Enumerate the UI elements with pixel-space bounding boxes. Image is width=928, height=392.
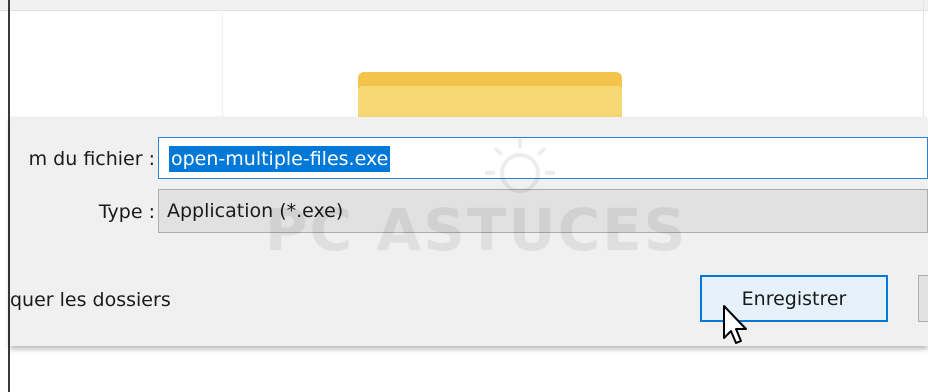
- hide-folders-toggle[interactable]: quer les dossiers: [10, 289, 171, 311]
- filename-selected-text: open-multiple-files.exe: [169, 146, 391, 172]
- pane-edge: [923, 0, 924, 118]
- type-label: Type :: [98, 201, 155, 223]
- file-type-value: Application (*.exe): [167, 200, 344, 222]
- cancel-button[interactable]: [918, 275, 928, 322]
- file-type-select[interactable]: Application (*.exe): [158, 189, 928, 233]
- filename-label: m du fichier :: [28, 148, 155, 170]
- pane-divider: [222, 0, 223, 118]
- filename-input[interactable]: open-multiple-files.exe: [158, 137, 928, 179]
- mouse-pointer-icon: [723, 305, 747, 344]
- explorer-top-strip: [0, 0, 928, 11]
- folder-icon[interactable]: [358, 72, 622, 122]
